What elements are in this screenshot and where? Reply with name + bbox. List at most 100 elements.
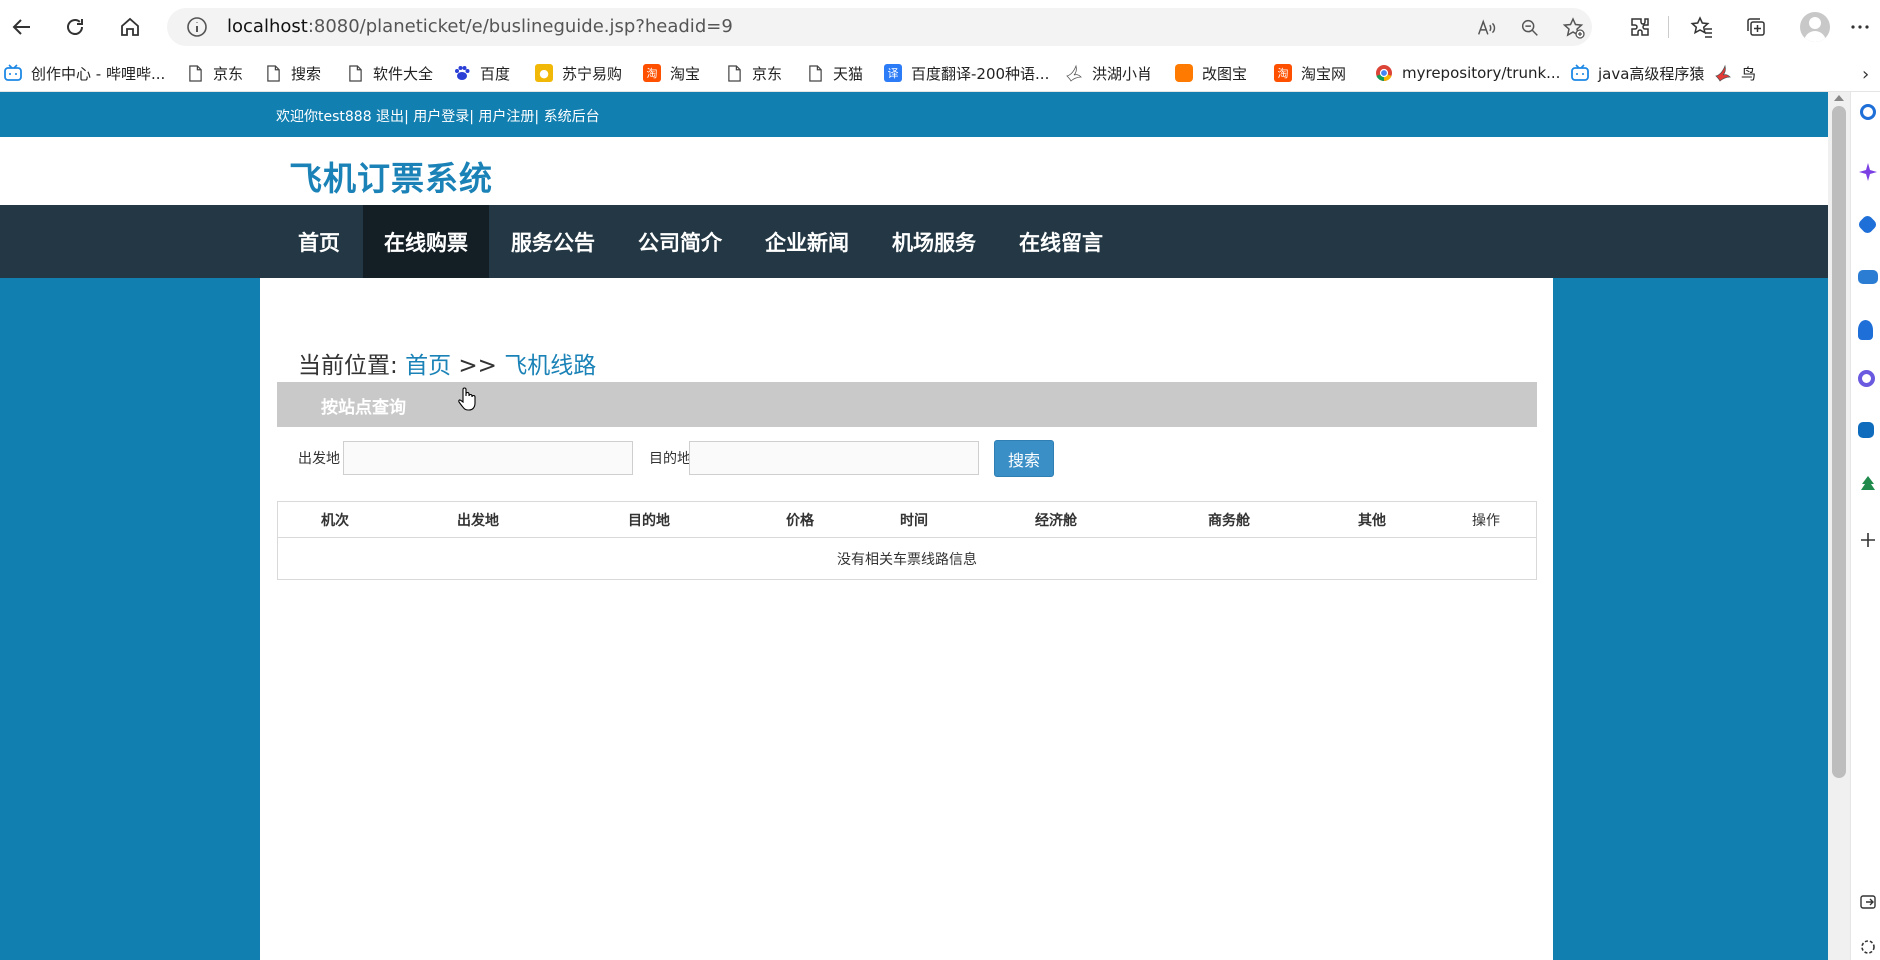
bird-icon (1065, 64, 1083, 82)
url-host: localhost (227, 16, 308, 37)
bilibili-icon (1571, 64, 1589, 82)
add-sidebar-icon[interactable] (1858, 530, 1878, 550)
nav-message-board[interactable]: 在线留言 (998, 205, 1124, 278)
bookmark-label: 创作中心 - 哔哩哔... (31, 64, 166, 83)
bookmark-item[interactable]: 鸟 (1714, 58, 1756, 88)
extensions-icon[interactable] (1620, 8, 1660, 46)
bookmark-label: 软件大全 (373, 64, 434, 83)
settings-sidebar-icon[interactable] (1858, 937, 1878, 957)
empty-message: 没有相关车票线路信息 (277, 537, 1537, 580)
bookmarks-overflow-icon[interactable]: › (1862, 64, 1869, 85)
bookmark-item[interactable]: 洪湖小肖 (1065, 58, 1152, 88)
shopping-sidebar-icon[interactable] (1856, 213, 1879, 236)
bookmarks-bar: 创作中心 - 哔哩哔... 京东 搜索 软件大全 百度 ● 苏宁易购淘淘宝 京东 天猫译百度翻译… (0, 54, 1880, 92)
col-from: 出发地 (393, 501, 563, 538)
back-icon[interactable] (2, 8, 42, 46)
bookmark-label: 淘宝网 (1301, 64, 1347, 83)
page-icon (346, 64, 364, 82)
bookmark-label: 搜索 (291, 64, 322, 83)
favorite-add-icon[interactable] (1561, 15, 1587, 41)
taobao-icon: 淘 (1274, 64, 1292, 82)
nav-company-intro[interactable]: 公司简介 (617, 205, 743, 278)
toolbar-separator (1668, 16, 1669, 38)
address-bar[interactable]: localhost:8080/planeticket/e/buslineguid… (167, 8, 1592, 46)
bookmark-item[interactable]: myrepository/trunk... (1375, 58, 1560, 88)
bookmark-item[interactable]: 搜索 (264, 58, 321, 88)
refresh-icon[interactable] (55, 8, 95, 46)
favorites-icon[interactable] (1682, 8, 1722, 46)
url-text[interactable]: localhost:8080/planeticket/e/buslineguid… (227, 16, 733, 37)
bookmark-item[interactable]: 译百度翻译-200种语... (884, 58, 1049, 88)
table-header-row: 机次 出发地 目的地 价格 时间 经济舱 商务舱 其他 操作 (277, 501, 1537, 538)
scroll-up-icon[interactable] (1834, 95, 1844, 101)
bookmark-item[interactable]: 淘淘宝 (643, 58, 700, 88)
nav-announcements[interactable]: 服务公告 (490, 205, 616, 278)
info-icon[interactable] (185, 15, 209, 39)
route-table: 机次 出发地 目的地 价格 时间 经济舱 商务舱 其他 操作 没有相关车票线路信… (277, 501, 1537, 580)
zoom-icon[interactable] (1517, 15, 1543, 41)
bookmark-label: 改图宝 (1202, 64, 1248, 83)
nav-airport-service[interactable]: 机场服务 (871, 205, 997, 278)
browser-toolbar: localhost:8080/planeticket/e/buslineguid… (0, 0, 1880, 54)
col-action: 操作 (1435, 501, 1537, 538)
tools-sidebar-icon[interactable] (1858, 270, 1878, 284)
col-to: 目的地 (563, 501, 735, 538)
translate-icon: 译 (884, 64, 902, 82)
register-link[interactable]: | 用户注册 (469, 109, 534, 125)
bookmark-label: 鸟 (1741, 64, 1757, 83)
sidebar-expand-icon[interactable] (1858, 892, 1878, 912)
site-logo[interactable]: 飞机订票系统 (289, 152, 493, 200)
bookmark-item[interactable]: 京东 (725, 58, 782, 88)
bookmark-item[interactable]: 改图宝 (1175, 58, 1247, 88)
outlook-sidebar-icon[interactable] (1858, 422, 1874, 438)
bookmark-item[interactable]: ● 苏宁易购 (535, 58, 622, 88)
bookmark-label: 京东 (213, 64, 244, 83)
scrollbar-thumb[interactable] (1832, 106, 1846, 778)
games-sidebar-icon[interactable] (1858, 475, 1878, 495)
read-aloud-icon[interactable] (1473, 15, 1499, 41)
page-scrollbar[interactable] (1828, 92, 1850, 960)
logout-link[interactable]: 退出 (372, 109, 404, 125)
breadcrumb-separator: >> (451, 353, 505, 379)
bookmark-item[interactable]: 百度 (453, 58, 510, 88)
bookmark-item[interactable]: 软件大全 (346, 58, 433, 88)
table-row: 没有相关车票线路信息 (277, 537, 1537, 580)
collections-icon[interactable] (1736, 8, 1776, 46)
admin-link[interactable]: | 系统后台 (534, 109, 599, 125)
breadcrumb: 当前位置: 首页 >> 飞机线路 (298, 346, 596, 380)
profile-icon[interactable] (1800, 12, 1830, 42)
search-sidebar-icon[interactable] (1860, 104, 1876, 120)
site-header: 飞机订票系统 (0, 137, 1828, 205)
bookmark-label: 京东 (752, 64, 783, 83)
bookmark-item[interactable]: 创作中心 - 哔哩哔... (4, 58, 165, 88)
topbar-links: 欢迎你test888 退出| 用户登录| 用户注册| 系统后台 (276, 106, 600, 126)
col-business: 商务舱 (1149, 501, 1309, 538)
more-icon[interactable] (1840, 8, 1880, 46)
bookmark-item[interactable]: 京东 (186, 58, 243, 88)
taobao-icon: 淘 (643, 64, 661, 82)
nav-company-news[interactable]: 企业新闻 (744, 205, 870, 278)
breadcrumb-home-link[interactable]: 首页 (405, 353, 451, 379)
people-sidebar-icon[interactable] (1858, 320, 1873, 340)
site-topbar: 欢迎你test888 退出| 用户登录| 用户注册| 系统后台 (0, 92, 1828, 137)
bookmark-item[interactable]: java高级程序猿 (1571, 58, 1704, 88)
col-time: 时间 (865, 501, 963, 538)
page-icon (186, 64, 204, 82)
search-button[interactable]: 搜索 (994, 440, 1054, 477)
bookmark-item[interactable]: 天猫 (806, 58, 863, 88)
nav-home[interactable]: 首页 (278, 205, 360, 278)
breadcrumb-current[interactable]: 飞机线路 (504, 353, 596, 379)
main-nav: 首页 在线购票 服务公告 公司简介 企业新闻 机场服务 在线留言 (0, 205, 1828, 278)
to-input[interactable] (689, 441, 979, 475)
url-path: :8080/planeticket/e/buslineguide.jsp?hea… (307, 16, 733, 37)
home-icon[interactable] (110, 8, 150, 46)
col-flight-no: 机次 (277, 501, 393, 538)
page-icon (264, 64, 282, 82)
from-input[interactable] (343, 441, 633, 475)
bookmark-item[interactable]: 淘淘宝网 (1274, 58, 1346, 88)
copilot-sidebar-icon[interactable] (1858, 162, 1878, 182)
nav-online-booking[interactable]: 在线购票 (363, 205, 489, 278)
office-sidebar-icon[interactable] (1858, 370, 1875, 387)
login-link[interactable]: | 用户登录 (404, 109, 469, 125)
col-economy: 经济舱 (963, 501, 1149, 538)
